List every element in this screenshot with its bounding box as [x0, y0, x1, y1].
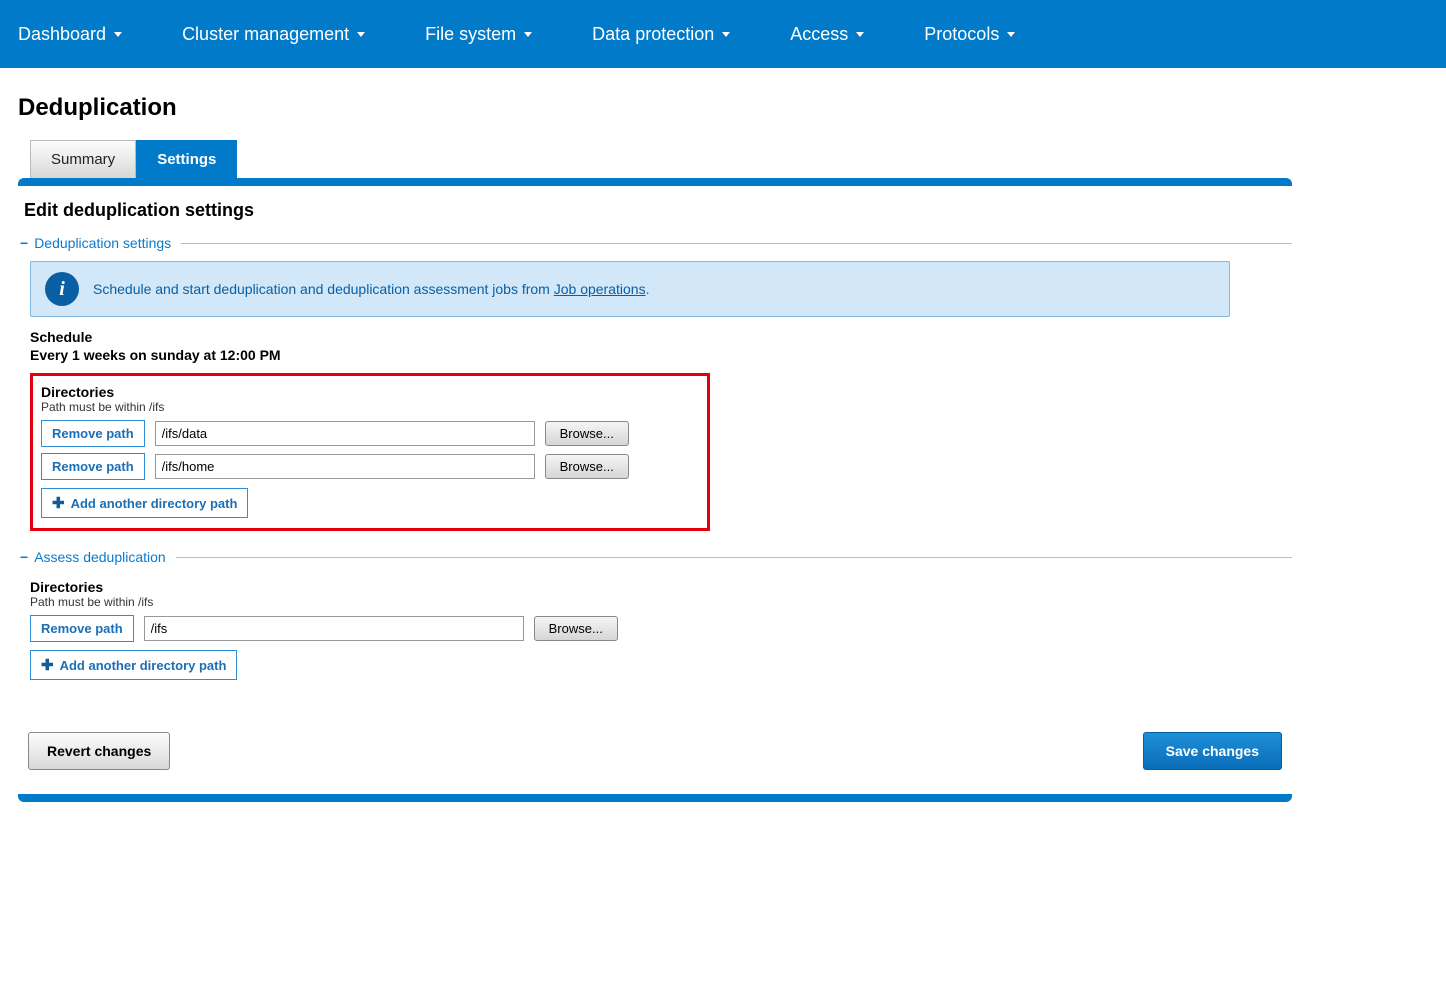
tabs-underline [18, 178, 1292, 186]
path-input[interactable] [155, 454, 535, 479]
footer-bar: Revert changes Save changes [18, 720, 1292, 794]
path-row: Remove path Browse... [41, 453, 699, 480]
browse-button[interactable]: Browse... [545, 454, 629, 479]
browse-button[interactable]: Browse... [545, 421, 629, 446]
path-row: Remove path Browse... [30, 615, 1292, 642]
path-input[interactable] [144, 616, 524, 641]
button-label: Revert changes [47, 743, 151, 759]
save-button[interactable]: Save changes [1143, 732, 1282, 770]
button-label: Browse... [560, 459, 614, 474]
caret-down-icon [1007, 32, 1015, 37]
path-row: Remove path Browse... [41, 420, 699, 447]
group-legend: Deduplication settings [34, 235, 171, 251]
button-label: Add another directory path [60, 658, 227, 673]
path-input[interactable] [155, 421, 535, 446]
tab-settings[interactable]: Settings [136, 140, 237, 178]
plus-icon: ✚ [52, 494, 65, 512]
plus-icon: ✚ [41, 656, 54, 674]
directories-hint: Path must be within /ifs [30, 595, 1292, 609]
info-icon: i [45, 272, 79, 306]
nav-file-system[interactable]: File system [425, 24, 532, 45]
button-label: Browse... [549, 621, 603, 636]
caret-down-icon [722, 32, 730, 37]
remove-path-button[interactable]: Remove path [41, 420, 145, 447]
caret-down-icon [524, 32, 532, 37]
bottom-accent-bar [18, 794, 1292, 802]
revert-button[interactable]: Revert changes [28, 732, 170, 770]
tab-label: Settings [157, 151, 216, 168]
button-label: Remove path [41, 621, 123, 636]
schedule-label: Schedule [30, 329, 1292, 345]
tab-summary[interactable]: Summary [30, 140, 136, 178]
nav-label: Protocols [924, 24, 999, 45]
collapse-icon: − [18, 549, 30, 565]
job-operations-link[interactable]: Job operations [554, 281, 646, 297]
group-deduplication-settings: − Deduplication settings i Schedule and … [18, 235, 1292, 531]
page-title: Deduplication [18, 94, 1292, 122]
directories-highlight: Directories Path must be within /ifs Rem… [30, 373, 710, 531]
caret-down-icon [114, 32, 122, 37]
nav-access[interactable]: Access [790, 24, 864, 45]
tabs: Summary Settings [18, 140, 1292, 178]
info-text-suffix: . [646, 281, 650, 297]
group-legend: Assess deduplication [34, 549, 166, 565]
info-text-prefix: Schedule and start deduplication and ded… [93, 281, 554, 297]
button-label: Remove path [52, 459, 134, 474]
button-label: Remove path [52, 426, 134, 441]
nav-label: Dashboard [18, 24, 106, 45]
group-toggle-assess[interactable]: − Assess deduplication [18, 549, 1292, 565]
directories-label: Directories [30, 579, 1292, 595]
button-label: Save changes [1166, 743, 1259, 759]
info-text: Schedule and start deduplication and ded… [93, 281, 649, 297]
nav-data-protection[interactable]: Data protection [592, 24, 730, 45]
nav-cluster-management[interactable]: Cluster management [182, 24, 365, 45]
nav-label: Access [790, 24, 848, 45]
group-toggle-dedup[interactable]: − Deduplication settings [18, 235, 1292, 251]
collapse-icon: − [18, 235, 30, 251]
add-directory-button[interactable]: ✚ Add another directory path [30, 650, 237, 680]
directories-hint: Path must be within /ifs [41, 400, 699, 414]
directories-label: Directories [41, 384, 699, 400]
section-title: Edit deduplication settings [24, 200, 1292, 221]
add-directory-button[interactable]: ✚ Add another directory path [41, 488, 248, 518]
nav-label: Data protection [592, 24, 714, 45]
nav-protocols[interactable]: Protocols [924, 24, 1015, 45]
caret-down-icon [357, 32, 365, 37]
remove-path-button[interactable]: Remove path [41, 453, 145, 480]
button-label: Add another directory path [71, 496, 238, 511]
info-box: i Schedule and start deduplication and d… [30, 261, 1230, 317]
nav-label: File system [425, 24, 516, 45]
top-nav: Dashboard Cluster management File system… [0, 0, 1446, 68]
nav-label: Cluster management [182, 24, 349, 45]
schedule-value: Every 1 weeks on sunday at 12:00 PM [30, 347, 1292, 363]
divider [181, 243, 1292, 244]
divider [176, 557, 1292, 558]
remove-path-button[interactable]: Remove path [30, 615, 134, 642]
button-label: Browse... [560, 426, 614, 441]
group-assess-deduplication: − Assess deduplication Directories Path … [18, 549, 1292, 680]
caret-down-icon [856, 32, 864, 37]
nav-dashboard[interactable]: Dashboard [18, 24, 122, 45]
browse-button[interactable]: Browse... [534, 616, 618, 641]
tab-label: Summary [51, 151, 115, 168]
